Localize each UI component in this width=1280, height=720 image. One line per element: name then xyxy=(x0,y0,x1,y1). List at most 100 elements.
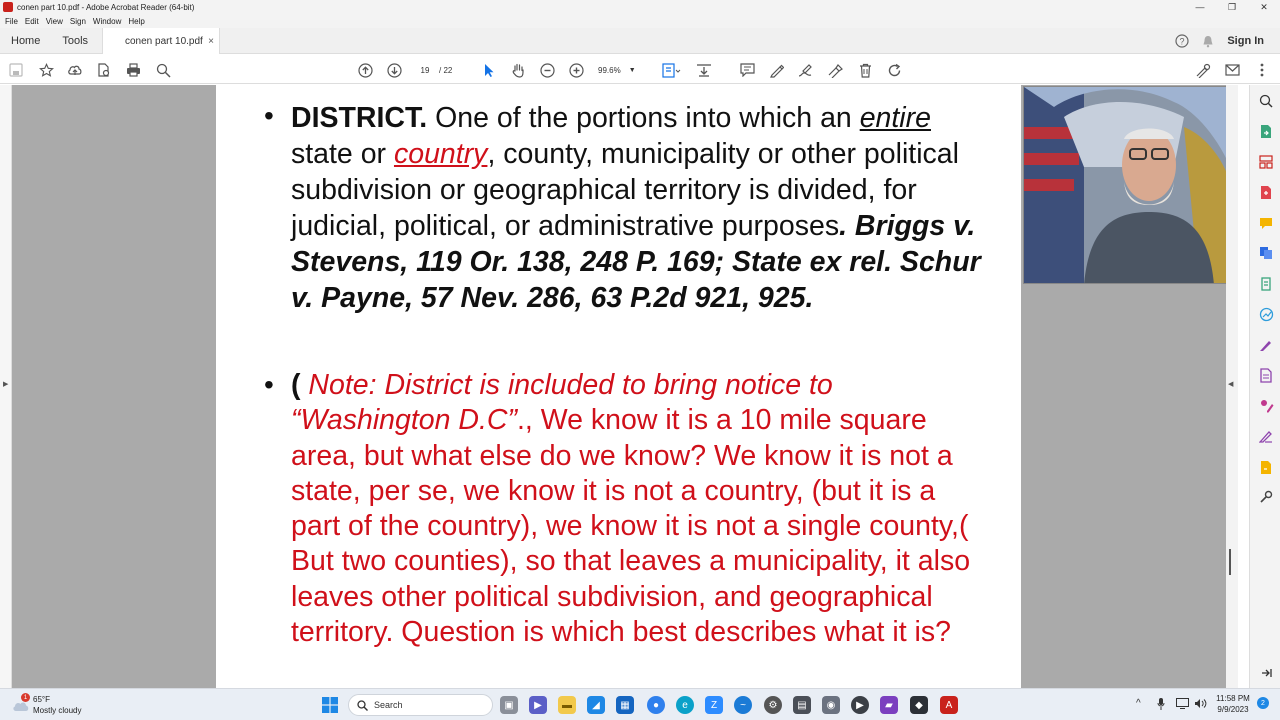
svg-text:?: ? xyxy=(1180,37,1185,47)
media-player-icon[interactable]: ▶ xyxy=(851,696,869,714)
bell-icon[interactable] xyxy=(1195,35,1221,48)
collapse-tools-icon[interactable] xyxy=(1258,665,1274,681)
calculator-icon[interactable]: ▤ xyxy=(793,696,811,714)
zoom-level-dropdown[interactable]: 99.6% ▼ xyxy=(598,62,646,78)
fill-sign-icon[interactable] xyxy=(1258,337,1274,353)
store-app-icon[interactable]: ◢ xyxy=(587,696,605,714)
acrobat-taskbar-icon[interactable]: A xyxy=(940,696,958,714)
word-entire: entire xyxy=(859,102,931,134)
zoom-search-icon[interactable] xyxy=(153,60,173,80)
start-button[interactable] xyxy=(321,696,339,714)
weather-badge: 1 xyxy=(21,693,30,702)
restore-button[interactable]: ❐ xyxy=(1216,0,1248,14)
collapse-right-panel-icon[interactable]: ◀ xyxy=(1228,380,1233,388)
rotate-icon[interactable] xyxy=(884,60,904,80)
menu-sign[interactable]: Sign xyxy=(70,17,86,26)
bullet-marker: • xyxy=(264,100,274,131)
file-explorer-icon[interactable]: ▬ xyxy=(558,696,576,714)
upload-cloud-icon[interactable] xyxy=(65,60,85,80)
next-page-icon[interactable] xyxy=(384,60,404,80)
task-view-icon[interactable]: ▣ xyxy=(500,696,518,714)
save-icon[interactable] xyxy=(6,60,26,80)
edit-link-icon[interactable] xyxy=(1193,60,1213,80)
menu-file[interactable]: File xyxy=(5,17,18,26)
zoom-app-icon[interactable]: Z xyxy=(705,696,723,714)
previous-page-icon[interactable] xyxy=(355,60,375,80)
combine-files-icon[interactable] xyxy=(1258,245,1274,261)
edge-browser-icon[interactable]: e xyxy=(676,696,694,714)
tab-tools[interactable]: Tools xyxy=(51,35,99,47)
close-tab-button[interactable]: × xyxy=(208,36,214,47)
stamp-tool-icon[interactable] xyxy=(1258,459,1274,475)
search-tool-icon[interactable] xyxy=(1258,93,1274,109)
page-total: / 22 xyxy=(439,65,453,75)
photos-app-icon[interactable]: ▦ xyxy=(616,696,634,714)
show-hidden-icons-chevron[interactable]: ^ xyxy=(1136,698,1141,709)
definition-text: state or xyxy=(291,138,394,170)
note-paragraph: ( Note: District is included to bring no… xyxy=(291,368,991,650)
comment-tool-icon[interactable] xyxy=(1258,215,1274,231)
draw-freeform-icon[interactable] xyxy=(795,60,815,80)
weather-widget[interactable]: 1 65°F Mostly cloudy xyxy=(12,693,102,717)
document-search-icon[interactable] xyxy=(94,60,114,80)
delete-icon[interactable] xyxy=(855,60,875,80)
select-cursor-icon[interactable] xyxy=(479,60,499,80)
more-options-icon[interactable] xyxy=(1252,60,1272,80)
video-editor-icon[interactable]: ◆ xyxy=(910,696,928,714)
notification-center-icon[interactable]: 2 xyxy=(1257,697,1269,709)
menu-help[interactable]: Help xyxy=(128,17,144,26)
messenger-icon[interactable]: ~ xyxy=(734,696,752,714)
page-number-input[interactable]: 19 xyxy=(413,62,437,78)
close-window-button[interactable]: ✕ xyxy=(1248,0,1280,14)
comment-icon[interactable] xyxy=(737,60,757,80)
more-tools-icon[interactable] xyxy=(1258,489,1274,505)
compress-pdf-icon[interactable] xyxy=(1258,276,1274,292)
menu-window[interactable]: Window xyxy=(93,17,121,26)
sign-in-link[interactable]: Sign In xyxy=(1227,35,1264,47)
zoom-in-icon[interactable] xyxy=(566,60,586,80)
camera-app-icon[interactable]: ◉ xyxy=(822,696,840,714)
document-tab-label: conen part 10.pdf xyxy=(125,35,203,47)
teams-chat-icon[interactable]: ▶ xyxy=(529,696,547,714)
scroll-mode-icon[interactable] xyxy=(694,60,714,80)
left-panel-collapsed[interactable]: ▶ xyxy=(0,85,12,688)
menu-edit[interactable]: Edit xyxy=(25,17,39,26)
taskbar-clock[interactable]: 11:58 PM 9/9/2023 xyxy=(1210,693,1256,715)
tab-document[interactable]: conen part 10.pdf × xyxy=(102,28,220,54)
print-icon[interactable] xyxy=(123,60,143,80)
measure-tool-icon[interactable] xyxy=(1258,306,1274,322)
expand-left-panel-icon[interactable]: ▶ xyxy=(3,380,8,388)
create-pdf-icon[interactable] xyxy=(1258,184,1274,200)
star-icon[interactable] xyxy=(36,60,56,80)
email-icon[interactable] xyxy=(1222,60,1242,80)
weather-condition: Mostly cloudy xyxy=(33,706,82,715)
taskbar-search-box[interactable]: Search xyxy=(348,694,493,716)
word-country: country xyxy=(393,138,488,170)
zoom-level-value: 99.6% xyxy=(598,65,621,75)
request-signature-icon[interactable] xyxy=(1258,398,1274,414)
sign-icon[interactable] xyxy=(825,60,845,80)
export-pdf-icon[interactable] xyxy=(1258,123,1274,139)
microphone-icon[interactable] xyxy=(1157,698,1165,713)
protect-pen-icon[interactable] xyxy=(1258,428,1274,444)
zoom-out-icon[interactable] xyxy=(537,60,557,80)
organize-pages-icon[interactable] xyxy=(1258,154,1274,170)
menu-view[interactable]: View xyxy=(46,17,63,26)
edit-pdf-icon[interactable] xyxy=(1258,367,1274,383)
right-tools-bar xyxy=(1249,85,1280,688)
minimize-button[interactable]: — xyxy=(1184,0,1216,14)
tab-bar: Home Tools conen part 10.pdf × ? Sign In xyxy=(0,28,1280,54)
right-panel-toggle[interactable]: ◀ xyxy=(1226,85,1238,688)
help-icon[interactable]: ? xyxy=(1169,34,1195,48)
toolbar: 19 / 22 99.6% ▼ xyxy=(0,55,1280,84)
vertical-scrollbar-thumb[interactable] xyxy=(1229,549,1231,575)
settings-gear-icon[interactable]: ⚙ xyxy=(764,696,782,714)
highlight-pen-icon[interactable] xyxy=(766,60,786,80)
hand-tool-icon[interactable] xyxy=(508,60,528,80)
fit-page-icon[interactable] xyxy=(660,60,684,80)
volume-icon[interactable] xyxy=(1194,698,1207,712)
network-icon[interactable] xyxy=(1176,698,1189,712)
chrome-browser-icon[interactable]: ● xyxy=(647,696,665,714)
tab-home[interactable]: Home xyxy=(0,35,51,47)
clipchamp-icon[interactable]: ▰ xyxy=(880,696,898,714)
